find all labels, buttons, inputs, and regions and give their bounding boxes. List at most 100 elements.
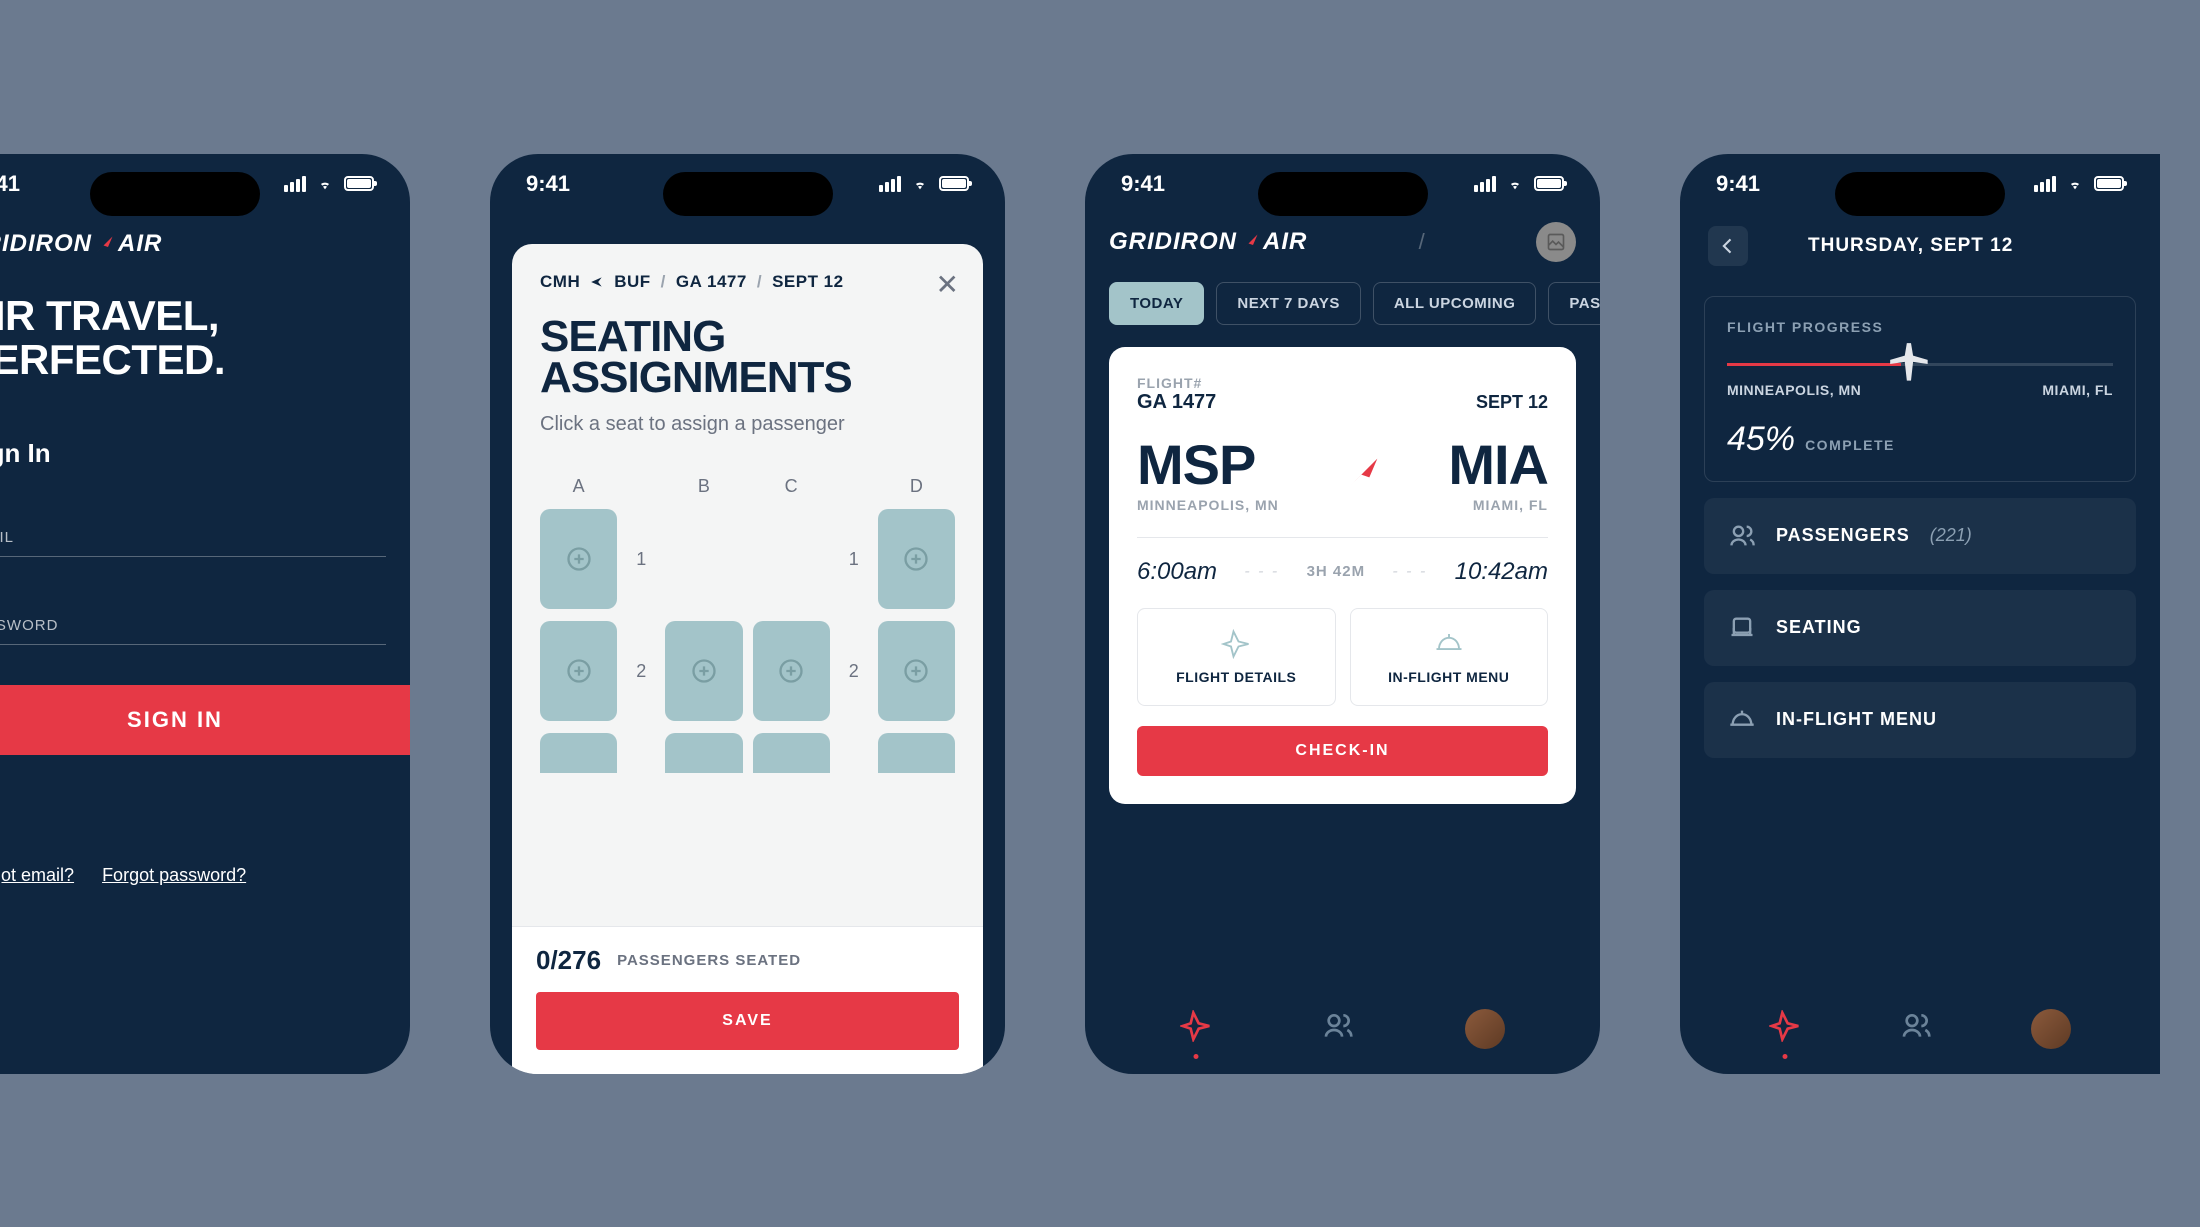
plane-icon	[1221, 629, 1251, 659]
status-time: 9:41	[1716, 171, 1760, 197]
checkin-button[interactable]: CHECK-IN	[1137, 726, 1548, 776]
seat-b3[interactable]	[665, 733, 742, 773]
status-time: 9:41	[526, 171, 570, 197]
notch	[1258, 172, 1428, 216]
password-field[interactable]: PASSWORD	[0, 597, 386, 645]
flight-number: GA 1477	[1137, 391, 1216, 414]
wifi-icon	[1504, 176, 1526, 192]
users-icon	[1322, 1010, 1354, 1042]
wifi-icon	[314, 176, 336, 192]
flights-screen: 9:41 GRIDIRON AIR / TODAY NEXT 7 DAYS AL…	[1085, 154, 1600, 1074]
signal-icon	[879, 176, 901, 192]
sheet-title: SEATING ASSIGNMENTS	[540, 316, 955, 400]
origin-code: MSP	[1137, 432, 1279, 497]
dest-code: MIA	[1448, 432, 1548, 497]
save-button[interactable]: SAVE	[536, 992, 959, 1050]
flight-date: SEPT 12	[1476, 392, 1548, 413]
plane-icon	[1180, 1010, 1212, 1042]
seating-item[interactable]: SEATING	[1704, 590, 2136, 666]
menu-item[interactable]: IN-FLIGHT MENU	[1704, 682, 2136, 758]
chip-past[interactable]: PAST	[1548, 282, 1600, 325]
users-icon	[1728, 522, 1756, 550]
nav-people[interactable]	[1322, 1010, 1354, 1047]
nav-avatar[interactable]	[1465, 1009, 1505, 1049]
departure-time: 6:00am	[1137, 558, 1217, 586]
nav-flights[interactable]	[1769, 1010, 1801, 1047]
sheet-subtitle: Click a seat to assign a passenger	[540, 413, 955, 436]
seat-d3[interactable]	[878, 733, 955, 773]
seated-count: 0/276	[536, 945, 601, 976]
seat-icon	[1728, 614, 1756, 642]
inflight-menu-button[interactable]: IN-FLIGHT MENU	[1350, 608, 1549, 706]
seat-c3[interactable]	[753, 733, 830, 773]
image-placeholder-icon[interactable]	[1536, 222, 1576, 262]
seat-b1-empty	[665, 509, 742, 609]
notch	[663, 172, 833, 216]
plane-arrow-icon	[96, 235, 114, 253]
flight-details-button[interactable]: FLIGHT DETAILS	[1137, 608, 1336, 706]
flight-card: FLIGHT# GA 1477 SEPT 12 MSP MINNEAPOLIS,…	[1109, 347, 1576, 804]
chip-all[interactable]: ALL UPCOMING	[1373, 282, 1537, 325]
seating-footer: 0/276 PASSENGERS SEATED SAVE	[512, 926, 983, 1074]
seat-a1[interactable]	[540, 509, 617, 609]
nav-avatar[interactable]	[2031, 1009, 2071, 1049]
email-field[interactable]: EMAIL	[0, 509, 386, 557]
arrival-time: 10:42am	[1455, 558, 1548, 586]
seat-columns: ABCD	[540, 476, 955, 497]
wifi-icon	[909, 176, 931, 192]
forgot-email-link[interactable]: Forgot email?	[0, 865, 74, 886]
cloche-icon	[1434, 629, 1464, 659]
plane-arrow-icon	[1241, 233, 1259, 251]
back-button[interactable]	[1708, 226, 1748, 266]
plane-small-icon	[590, 275, 604, 289]
bottom-nav	[1680, 984, 2160, 1074]
signal-icon	[1474, 176, 1496, 192]
battery-icon	[1534, 176, 1564, 191]
plane-icon	[1769, 1010, 1801, 1042]
seat-a3[interactable]	[540, 733, 617, 773]
arrow-left-icon	[1718, 236, 1738, 256]
chip-today[interactable]: TODAY	[1109, 282, 1204, 325]
status-time: 9:41	[0, 171, 20, 197]
nav-flights[interactable]	[1180, 1010, 1212, 1047]
progress-origin: MINNEAPOLIS, MN	[1727, 382, 1861, 398]
seat-c2[interactable]	[753, 621, 830, 721]
bottom-nav	[1085, 984, 1600, 1074]
battery-icon	[2094, 176, 2124, 191]
signin-button[interactable]: SIGN IN	[0, 685, 410, 755]
page-title: THURSDAY, SEPT 12	[1808, 235, 2013, 257]
seat-d2[interactable]	[878, 621, 955, 721]
seat-c1-empty	[753, 509, 830, 609]
close-icon[interactable]: ✕	[936, 268, 959, 301]
breadcrumb: CMH BUF / GA 1477 / SEPT 12	[540, 272, 955, 292]
brand-logo: GRIDIRON AIR	[1109, 228, 1307, 256]
signin-screen: 9:41 GRIDIRON AIR AIR TRAVEL, PERFECTED.…	[0, 154, 410, 1074]
seat-d1[interactable]	[878, 509, 955, 609]
battery-icon	[939, 176, 969, 191]
seating-sheet: CMH BUF / GA 1477 / SEPT 12 ✕ SEATING AS…	[512, 244, 983, 1074]
percent-complete: 45%	[1727, 420, 1795, 459]
status-time: 9:41	[1121, 171, 1165, 197]
chip-next7[interactable]: NEXT 7 DAYS	[1216, 282, 1360, 325]
progress-card: FLIGHT PROGRESS MINNEAPOLIS, MN MIAMI, F…	[1704, 296, 2136, 482]
users-icon	[1900, 1010, 1932, 1042]
wifi-icon	[2064, 176, 2086, 192]
progress-dest: MIAMI, FL	[2042, 382, 2113, 398]
route-plane-icon	[1348, 456, 1380, 488]
cloche-icon	[1728, 706, 1756, 734]
filter-chips: TODAY NEXT 7 DAYS ALL UPCOMING PAST	[1085, 270, 1600, 337]
brand-logo: GRIDIRON AIR	[0, 214, 410, 274]
signin-heading: Sign In	[0, 438, 386, 469]
notch	[90, 172, 260, 216]
seat-a2[interactable]	[540, 621, 617, 721]
progress-screen: 9:41 THURSDAY, SEPT 12 FLIGHT PROGRESS M…	[1680, 154, 2160, 1074]
seat-b2[interactable]	[665, 621, 742, 721]
passengers-item[interactable]: PASSENGERS (221)	[1704, 498, 2136, 574]
nav-people[interactable]	[1900, 1010, 1932, 1047]
forgot-password-link[interactable]: Forgot password?	[102, 865, 246, 886]
seating-screen: 9:41 CMH BUF / GA 1477 / SEPT 12 ✕ SEATI…	[490, 154, 1005, 1074]
battery-icon	[344, 176, 374, 191]
signal-icon	[2034, 176, 2056, 192]
notch	[1835, 172, 2005, 216]
signal-icon	[284, 176, 306, 192]
